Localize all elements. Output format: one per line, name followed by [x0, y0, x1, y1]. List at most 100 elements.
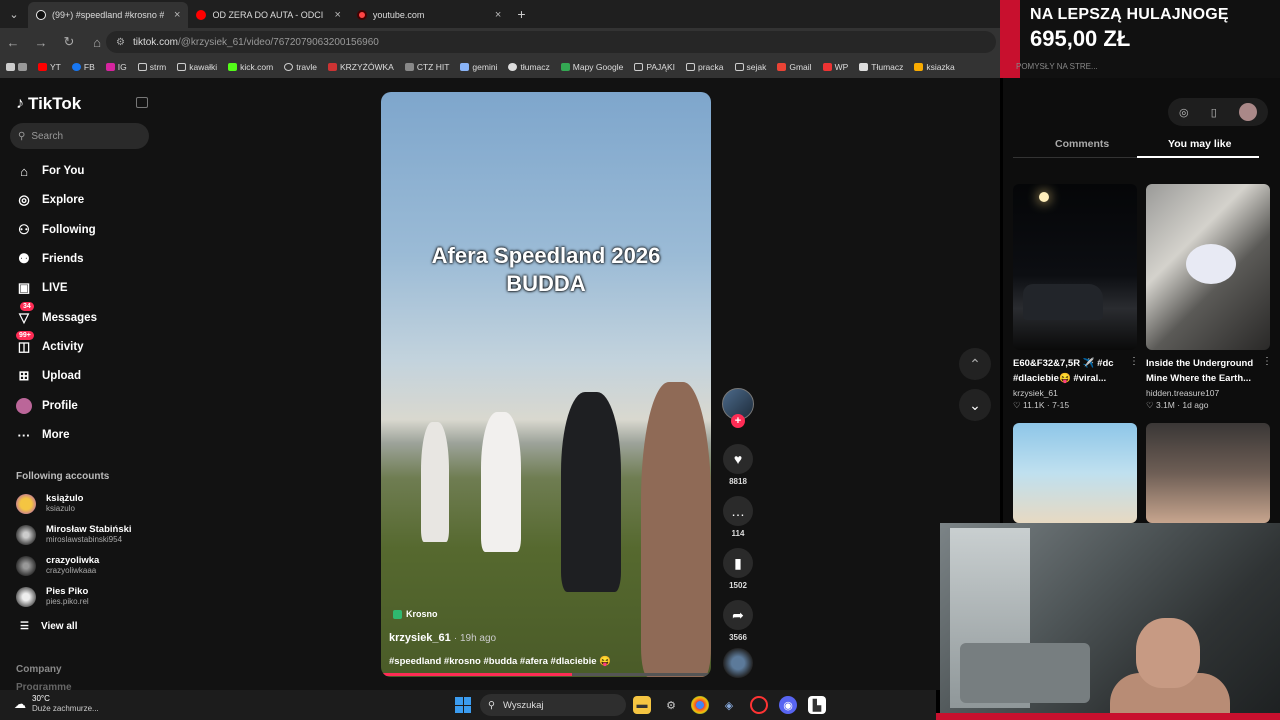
- bookmark-pracka[interactable]: pracka: [686, 62, 724, 72]
- bookmark-tlumacz-2[interactable]: Tłumacz: [859, 62, 903, 72]
- bookmark-gemini[interactable]: gemini: [460, 62, 497, 72]
- follow-plus-icon[interactable]: +: [731, 414, 745, 428]
- nav-activity[interactable]: ◫ 99+ Activity: [16, 331, 84, 355]
- tab-youtube[interactable]: youtube.com ×: [349, 2, 509, 28]
- bookmark-tlumacz[interactable]: tłumacz: [508, 62, 550, 72]
- file-explorer-icon[interactable]: ▬: [633, 696, 651, 714]
- tab-search-icon[interactable]: ⌄: [0, 8, 28, 21]
- nav-following[interactable]: ⚇ Following: [16, 222, 95, 238]
- nav-explore[interactable]: ◎ Explore: [16, 192, 84, 208]
- close-tab-icon[interactable]: ×: [334, 9, 340, 21]
- nav-more[interactable]: ··· More: [16, 427, 70, 443]
- bookmark-fb[interactable]: FB: [71, 62, 95, 72]
- bookmark-gmail[interactable]: Gmail: [777, 62, 812, 72]
- video-player[interactable]: Afera Speedland 2026 BUDDA Krosno krzysie…: [381, 92, 711, 677]
- tab-you-may-like[interactable]: You may like: [1168, 138, 1231, 150]
- like-button[interactable]: ♥ 8818: [722, 444, 754, 486]
- forward-icon[interactable]: →: [34, 35, 48, 50]
- discord-icon[interactable]: ◉: [779, 696, 797, 714]
- nav-messages[interactable]: ▽ 34 Messages: [16, 302, 97, 326]
- settings-icon[interactable]: ⚙: [662, 696, 680, 714]
- bookmark-folder-label[interactable]: POMYSŁY NA STRE...: [1016, 62, 1098, 71]
- close-tab-icon[interactable]: ×: [174, 9, 180, 21]
- tab-tiktok[interactable]: (99+) #speedland #krosno #bud ×: [28, 2, 189, 28]
- comment-button[interactable]: … 114: [722, 496, 754, 538]
- phone-icon[interactable]: ▯: [1211, 106, 1217, 119]
- video-thumbnail[interactable]: [1146, 423, 1270, 523]
- view-all-button[interactable]: ☰ View all: [20, 621, 77, 632]
- heart-icon: ♥: [723, 444, 753, 474]
- bookmark-mapy-google[interactable]: Mapy Google: [560, 62, 623, 72]
- save-button[interactable]: ▮ 1502: [722, 548, 754, 590]
- chrome-icon[interactable]: [691, 696, 709, 714]
- recommended-video-card[interactable]: E60&F32&7,5R ✈️ #dc #dlaciebie😝 #viral..…: [1013, 184, 1139, 411]
- bookmark-pajaki[interactable]: PAJĄKI: [634, 62, 675, 72]
- tab-youtube-video[interactable]: OD ZERA DO AUTA - ODCINEK ×: [188, 2, 348, 28]
- bookmark-wp[interactable]: WP: [822, 62, 848, 72]
- weather-widget[interactable]: ☁ 30°C Duże zachmurze...: [14, 694, 99, 714]
- collapse-sidebar-icon[interactable]: [136, 97, 148, 108]
- bookmark-travle[interactable]: travle: [284, 62, 317, 72]
- nav-friends[interactable]: ⚉ Friends: [16, 251, 83, 267]
- live-icon: ▣: [17, 280, 31, 295]
- music-disc-icon[interactable]: [723, 648, 753, 678]
- bookmark-kawalki[interactable]: kawałki: [177, 62, 217, 72]
- start-button[interactable]: [455, 697, 471, 713]
- video-thumbnail[interactable]: [1013, 184, 1137, 350]
- share-button[interactable]: ➦ 3566: [722, 600, 754, 642]
- taskbar-search[interactable]: ⚲ Wyszukaj: [480, 694, 626, 716]
- next-video-button[interactable]: ⌄: [959, 389, 991, 421]
- bookmark-ctz-hit[interactable]: CTZ HIT: [404, 62, 449, 72]
- nav-live[interactable]: ▣ LIVE: [16, 280, 68, 296]
- obs-icon[interactable]: ▙: [808, 696, 826, 714]
- video-thumbnail[interactable]: [1146, 184, 1270, 350]
- account-item[interactable]: crazyoliwka crazyoliwkaaa: [16, 555, 99, 576]
- activity-badge: 99+: [16, 331, 34, 340]
- site-info-icon[interactable]: ⚙: [116, 37, 125, 48]
- bookmark-strm[interactable]: strm: [137, 62, 166, 72]
- bookmark-krzyzowka[interactable]: KRZYŻÓWKA: [328, 62, 394, 72]
- friends-icon: ⚉: [18, 251, 30, 266]
- nav-profile[interactable]: Profile: [16, 398, 78, 414]
- more-options-icon[interactable]: ⋮: [1129, 356, 1139, 367]
- video-author[interactable]: krzysiek_61 · 19h ago: [389, 632, 496, 644]
- back-icon[interactable]: ←: [6, 35, 20, 50]
- user-avatar[interactable]: [1238, 103, 1257, 121]
- previous-video-button[interactable]: ⌃: [959, 348, 991, 380]
- tiktok-logo[interactable]: ♪ TikTok: [16, 94, 81, 114]
- account-item[interactable]: Pies Piko pies.piko.rel: [16, 586, 89, 607]
- nav-upload[interactable]: ⊞ Upload: [16, 368, 81, 384]
- following-icon: ⚇: [18, 222, 30, 237]
- recommended-video-card[interactable]: Inside the Underground Mine Where the Ea…: [1146, 184, 1272, 411]
- bookmark-kick[interactable]: kick.com: [228, 62, 273, 72]
- vpn-icon[interactable]: ◈: [720, 696, 738, 714]
- opera-icon[interactable]: [750, 696, 768, 714]
- reload-icon[interactable]: ↻: [62, 34, 76, 50]
- compass-icon[interactable]: ◎: [1179, 106, 1189, 119]
- video-caption[interactable]: #speedland #krosno #budda #afera #dlacie…: [389, 656, 611, 667]
- card-title[interactable]: Inside the Underground Mine Where the Ea…: [1146, 356, 1258, 386]
- bookmark-ksiazka[interactable]: ksiazka: [914, 62, 955, 72]
- apps-icon[interactable]: [6, 63, 27, 71]
- location-tag[interactable]: Krosno: [393, 609, 438, 619]
- more-options-icon[interactable]: ⋮: [1262, 356, 1272, 367]
- close-tab-icon[interactable]: ×: [495, 9, 501, 21]
- address-bar[interactable]: ⚙ tiktok.com/@krzysiek_61/video/76720790…: [106, 31, 996, 53]
- card-author[interactable]: krzysiek_61: [1013, 388, 1137, 398]
- account-item[interactable]: książulo ksiazulo: [16, 493, 84, 514]
- card-author[interactable]: hidden.treasure107: [1146, 388, 1270, 398]
- footer-company-link[interactable]: Company: [16, 664, 62, 675]
- account-item[interactable]: Mirosław Stabiński miroslawstabinski954: [16, 524, 132, 545]
- bookmark-yt[interactable]: YT: [38, 62, 61, 72]
- tab-comments[interactable]: Comments: [1055, 138, 1109, 150]
- home-icon[interactable]: ⌂: [90, 35, 104, 50]
- card-title[interactable]: E60&F32&7,5R ✈️ #dc #dlaciebie😝 #viral..…: [1013, 356, 1125, 386]
- video-thumbnail[interactable]: [1013, 423, 1137, 523]
- search-input[interactable]: ⚲ Search: [10, 123, 149, 149]
- nav-for-you[interactable]: ⌂ For You: [16, 163, 84, 179]
- bookmark-ig[interactable]: IG: [105, 62, 127, 72]
- messages-badge: 34: [20, 302, 34, 311]
- bookmark-sejak[interactable]: sejak: [734, 62, 766, 72]
- video-progress-bar[interactable]: [381, 673, 711, 676]
- new-tab-icon[interactable]: +: [517, 6, 525, 22]
